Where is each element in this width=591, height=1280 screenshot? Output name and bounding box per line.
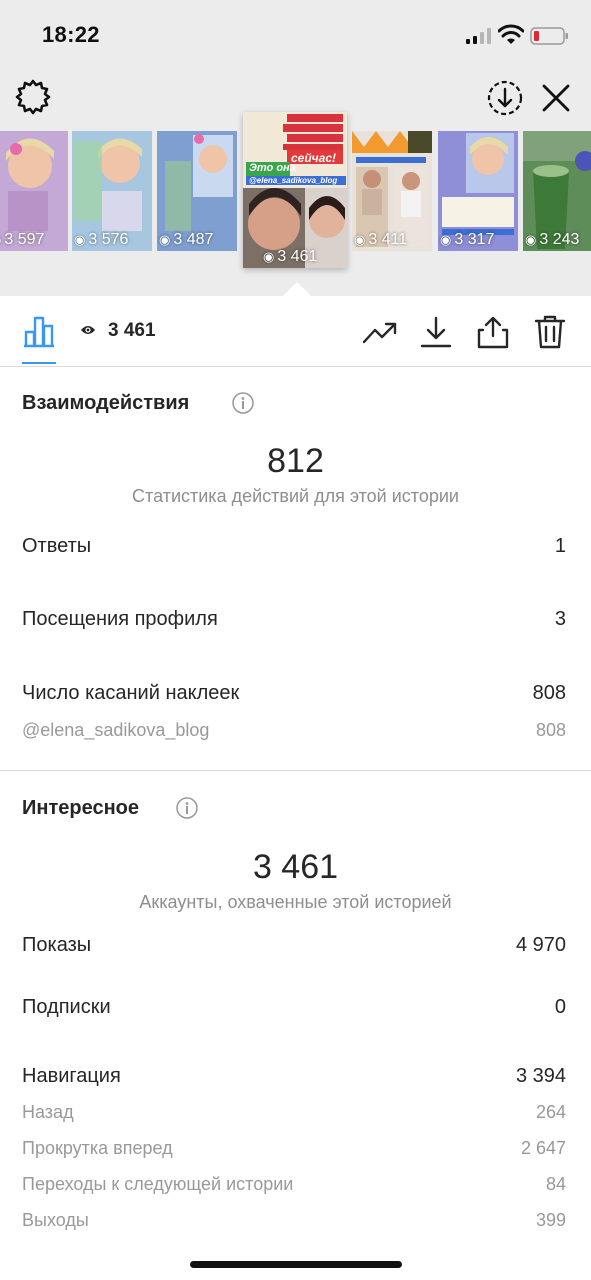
navigation-back-value: 264 (535, 1102, 566, 1122)
interactions-title: Взаимодействия (22, 392, 190, 414)
active-tab-indicator (22, 362, 56, 364)
story-caption: сейчас! (291, 151, 337, 165)
status-bar: 18:22 (0, 0, 591, 70)
story-caption: Это она (249, 162, 296, 174)
navigation-next-story-value: 84 (545, 1174, 566, 1194)
eye-icon: ◉ (74, 232, 86, 247)
sticker-taps-label: Число касаний наклеек (22, 682, 240, 704)
replies-label: Ответы (22, 535, 92, 557)
info-icon[interactable] (176, 797, 198, 819)
follows-value: 0 (554, 996, 566, 1018)
eye-icon: ◉ (159, 232, 171, 247)
discovery-title: Интересное (22, 797, 139, 819)
sticker-mention-label: @elena_sadikova_blog (22, 720, 210, 740)
story-preview-image (243, 112, 347, 268)
settings-gear-icon[interactable] (14, 78, 52, 116)
navigation-exits-label: Выходы (22, 1210, 89, 1230)
interactions-caption: Статистика действий для этой истории (132, 486, 459, 506)
eye-icon: ◉ (440, 232, 452, 247)
sticker-taps-value: 808 (532, 682, 566, 704)
interactions-total: 812 (267, 442, 324, 480)
eye-icon: ◉ (354, 232, 366, 247)
battery-icon (530, 27, 568, 45)
story-thumbnail[interactable]: ◉ 3 487 (157, 131, 237, 251)
status-time: 18:22 (42, 22, 100, 47)
eye-icon (81, 326, 95, 334)
story-views: ◉ 3 487 (159, 231, 214, 248)
story-thumbnail[interactable]: ◉ 3 243 (523, 131, 591, 251)
profile-visits-label: Посещения профиля (22, 608, 218, 630)
story-views: ◉ 3 576 (74, 231, 129, 248)
navigation-label: Навигация (22, 1065, 121, 1087)
promote-trend-icon[interactable] (362, 314, 398, 350)
insights-chart-icon[interactable] (22, 314, 56, 348)
share-icon[interactable] (475, 314, 511, 350)
home-indicator[interactable] (190, 1261, 402, 1268)
close-icon[interactable] (540, 82, 572, 114)
download-icon[interactable] (418, 314, 454, 350)
story-thumbnail[interactable]: ◉ 3 317 (438, 131, 518, 251)
navigation-exits-value: 399 (535, 1210, 566, 1230)
navigation-next-story-label: Переходы к следующей истории (22, 1174, 294, 1194)
discovery-total: 3 461 (252, 848, 339, 886)
views-count: 3 461 (108, 320, 156, 341)
story-insights-toolbar: 3 461 (0, 296, 591, 367)
story-thumbnail[interactable]: ◉ 3 576 (72, 131, 152, 251)
story-views: ◉ 3 243 (525, 231, 580, 248)
section-divider (0, 770, 591, 771)
wifi-icon (498, 24, 524, 44)
info-icon[interactable] (232, 392, 254, 414)
sticker-mention-value: 808 (535, 720, 566, 740)
eye-icon: ◉ (263, 249, 275, 264)
story-views: ◉ 3 461 (263, 248, 318, 265)
discovery-caption: Аккаунты, охваченные этой историей (139, 892, 452, 912)
story-thumbnail-selected[interactable]: Это она сейчас! @elena_sadikova_blog ◉ 3 … (243, 112, 347, 268)
impressions-label: Показы (22, 934, 92, 956)
signal-icon (466, 28, 491, 44)
eye-icon: ◉ (525, 232, 537, 247)
story-thumbnail[interactable]: ◉ 3 411 (352, 131, 432, 251)
story-views: ◉3 597 (0, 231, 44, 249)
navigation-forward-value: 2 647 (520, 1138, 566, 1158)
selected-story-pointer (282, 282, 312, 297)
navigation-back-label: Назад (22, 1102, 74, 1122)
delete-trash-icon[interactable] (532, 314, 568, 350)
follows-label: Подписки (22, 996, 111, 1018)
profile-visits-value: 3 (554, 608, 566, 630)
story-views: ◉ 3 411 (354, 231, 408, 248)
story-strip-area: 18:22 3 597 ◉ 3 576 ◉ 3 487 Это она сейч… (0, 0, 591, 297)
story-views: ◉ 3 317 (440, 231, 495, 248)
replies-value: 1 (554, 535, 566, 557)
story-thumbnail[interactable]: ◉3 597 (0, 131, 68, 251)
story-mention-tag: @elena_sadikova_blog (249, 176, 338, 185)
navigation-forward-label: Прокрутка вперед (22, 1138, 173, 1158)
save-story-icon[interactable] (486, 79, 524, 117)
impressions-value: 4 970 (515, 934, 566, 956)
eye-icon: ◉ (0, 232, 1, 247)
navigation-value: 3 394 (515, 1065, 566, 1087)
